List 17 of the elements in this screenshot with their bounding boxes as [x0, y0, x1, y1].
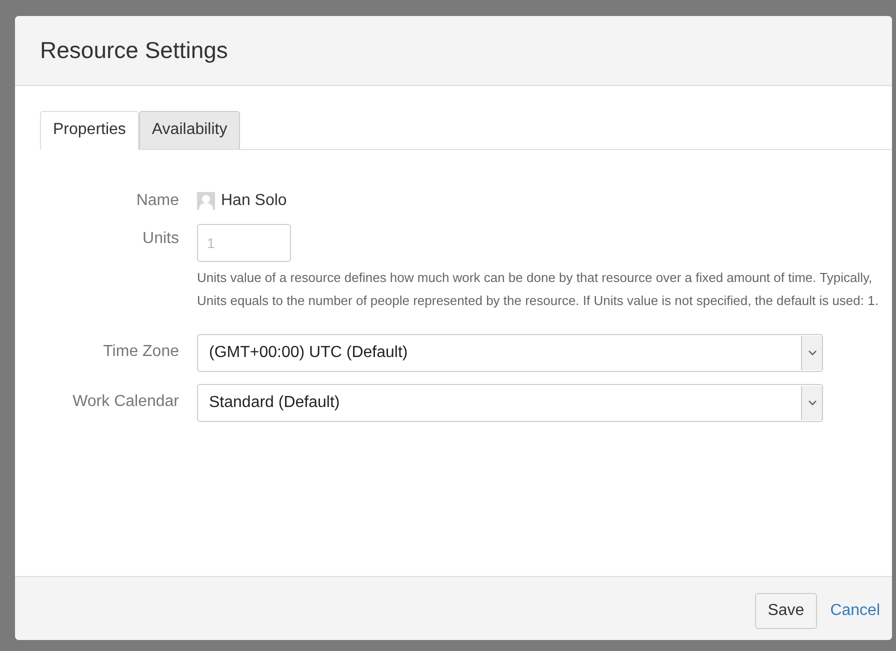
save-button[interactable]: Save: [754, 592, 818, 628]
help-text: Units value of a resource defines how much work can be done by that resource over a fixed amount of time. Typically, Units equals to the number of people represented by the resource. If Units value is not specified, the default is used: 1.: [197, 269, 880, 310]
caret-icon: [801, 386, 822, 420]
dialog-title: Resource Settings: [40, 37, 228, 64]
field-label: Work Calendar: [72, 392, 179, 412]
field-label: Time Zone: [102, 342, 179, 362]
resource-name: Han Solo: [221, 192, 287, 210]
select-field[interactable]: (GMT+00:00) UTC (Default): [197, 334, 823, 372]
field-label: Units: [142, 229, 179, 249]
tab[interactable]: Availability: [138, 111, 240, 149]
caret-icon: [801, 336, 822, 370]
tab[interactable]: Properties: [40, 111, 139, 150]
avatar-icon: [197, 192, 215, 210]
cancel-link[interactable]: Cancel: [830, 602, 880, 620]
units-input[interactable]: 1: [197, 224, 291, 262]
select-field[interactable]: Standard (Default): [197, 384, 823, 422]
field-label: Name: [135, 191, 179, 211]
